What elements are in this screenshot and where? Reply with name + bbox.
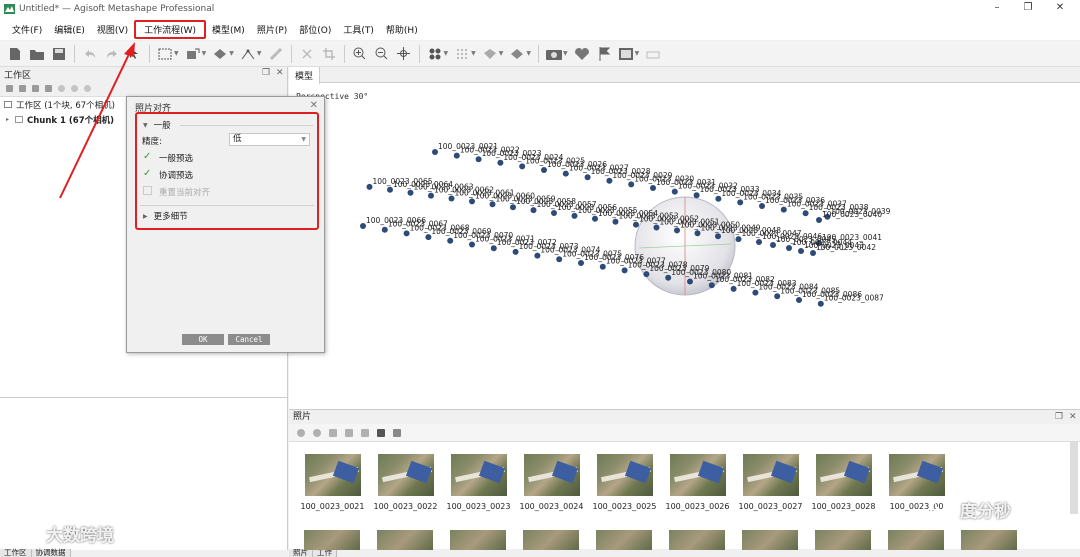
watermark-logo-icon [8, 525, 38, 543]
watermark-right-text: 度分秒 [960, 502, 1011, 522]
annotation-arrow [59, 42, 135, 199]
metashape-window: Untitled* — Agisoft Metashape Profession… [0, 0, 1080, 557]
wechat-icon [930, 499, 952, 518]
watermark-left-text: 大数跨境 [46, 526, 114, 546]
watermark-right: 度分秒 [930, 497, 1011, 522]
watermark-left: 大数跨境 [6, 521, 114, 546]
